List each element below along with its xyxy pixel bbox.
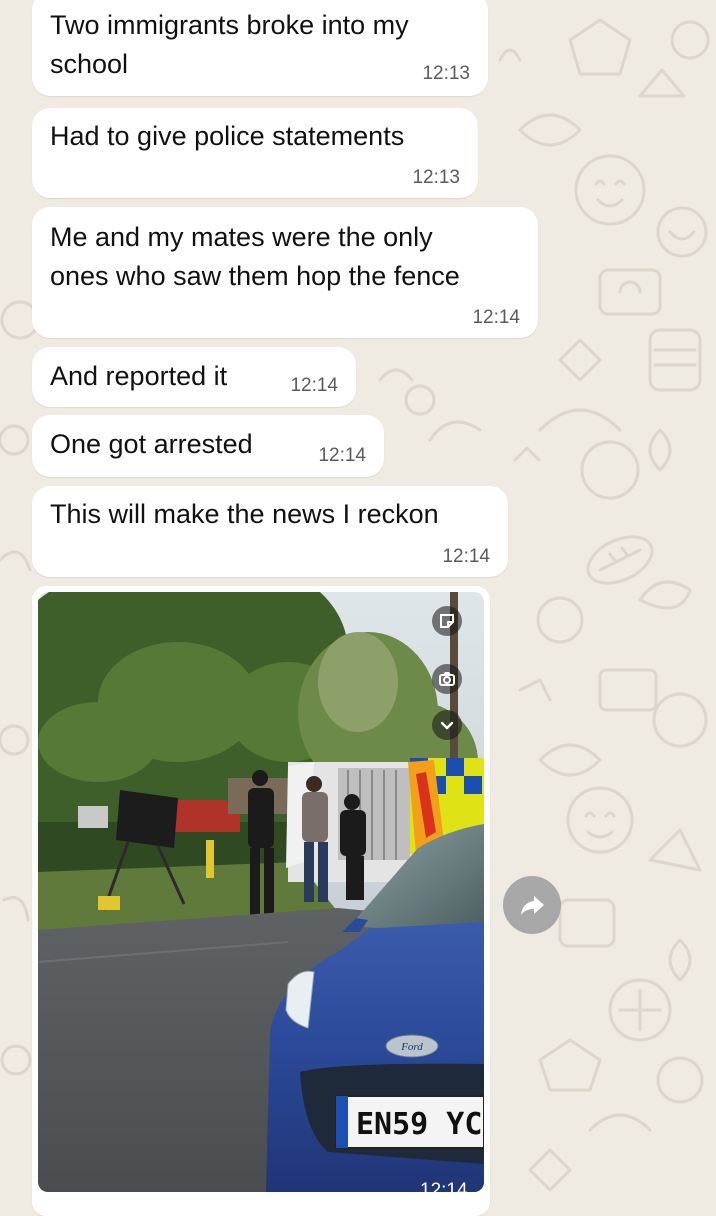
message-timestamp: 12:14 [442,546,490,567]
message-bubble[interactable]: Me and my mates were the only ones who s… [32,207,538,338]
message-timestamp: 12:13 [422,63,470,84]
forward-arrow-icon [521,896,544,915]
message-text-line: This will make the news I reckon [50,499,439,529]
message-bubble[interactable]: Two immigrants broke into my school 12:1… [32,0,488,96]
message-bubble[interactable]: Had to give police statements 12:13 [32,108,478,198]
message-bubble[interactable]: And reported it 12:14 [32,347,356,407]
message-bubble[interactable]: One got arrested 12:14 [32,415,384,477]
message-timestamp: 12:14 [318,445,366,466]
media-message-bubble[interactable]: Ford EN59 YCH [32,586,490,1216]
message-text-line: And reported it [50,361,228,391]
camera-edit-icon[interactable] [432,664,462,694]
car-badge: Ford [400,1041,423,1053]
license-plate: EN59 YCH [356,1107,484,1142]
media-timestamp: 12:14 [420,1180,468,1201]
sticker-icon[interactable] [432,606,462,636]
message-text-line: ones who saw them hop the fence [50,261,460,291]
message-text-line: One got arrested [50,429,253,459]
forward-button[interactable] [503,876,561,934]
message-text-line: Had to give police statements [50,121,405,151]
message-timestamp: 12:14 [290,375,338,396]
message-timestamp: 12:13 [412,167,460,188]
message-text-line: Two immigrants broke into my [50,10,409,40]
chevron-down-icon[interactable] [432,710,462,740]
chat-thread: Two immigrants broke into my school 12:1… [0,0,716,1216]
message-text-line: Me and my mates were the only [50,222,433,252]
message-bubble[interactable]: This will make the news I reckon 12:14 [32,486,508,577]
photo-attachment[interactable]: Ford EN59 YCH [38,592,484,1192]
message-timestamp: 12:14 [472,307,520,328]
message-text-line: school [50,49,129,79]
photo-image: Ford EN59 YCH [38,592,484,1192]
